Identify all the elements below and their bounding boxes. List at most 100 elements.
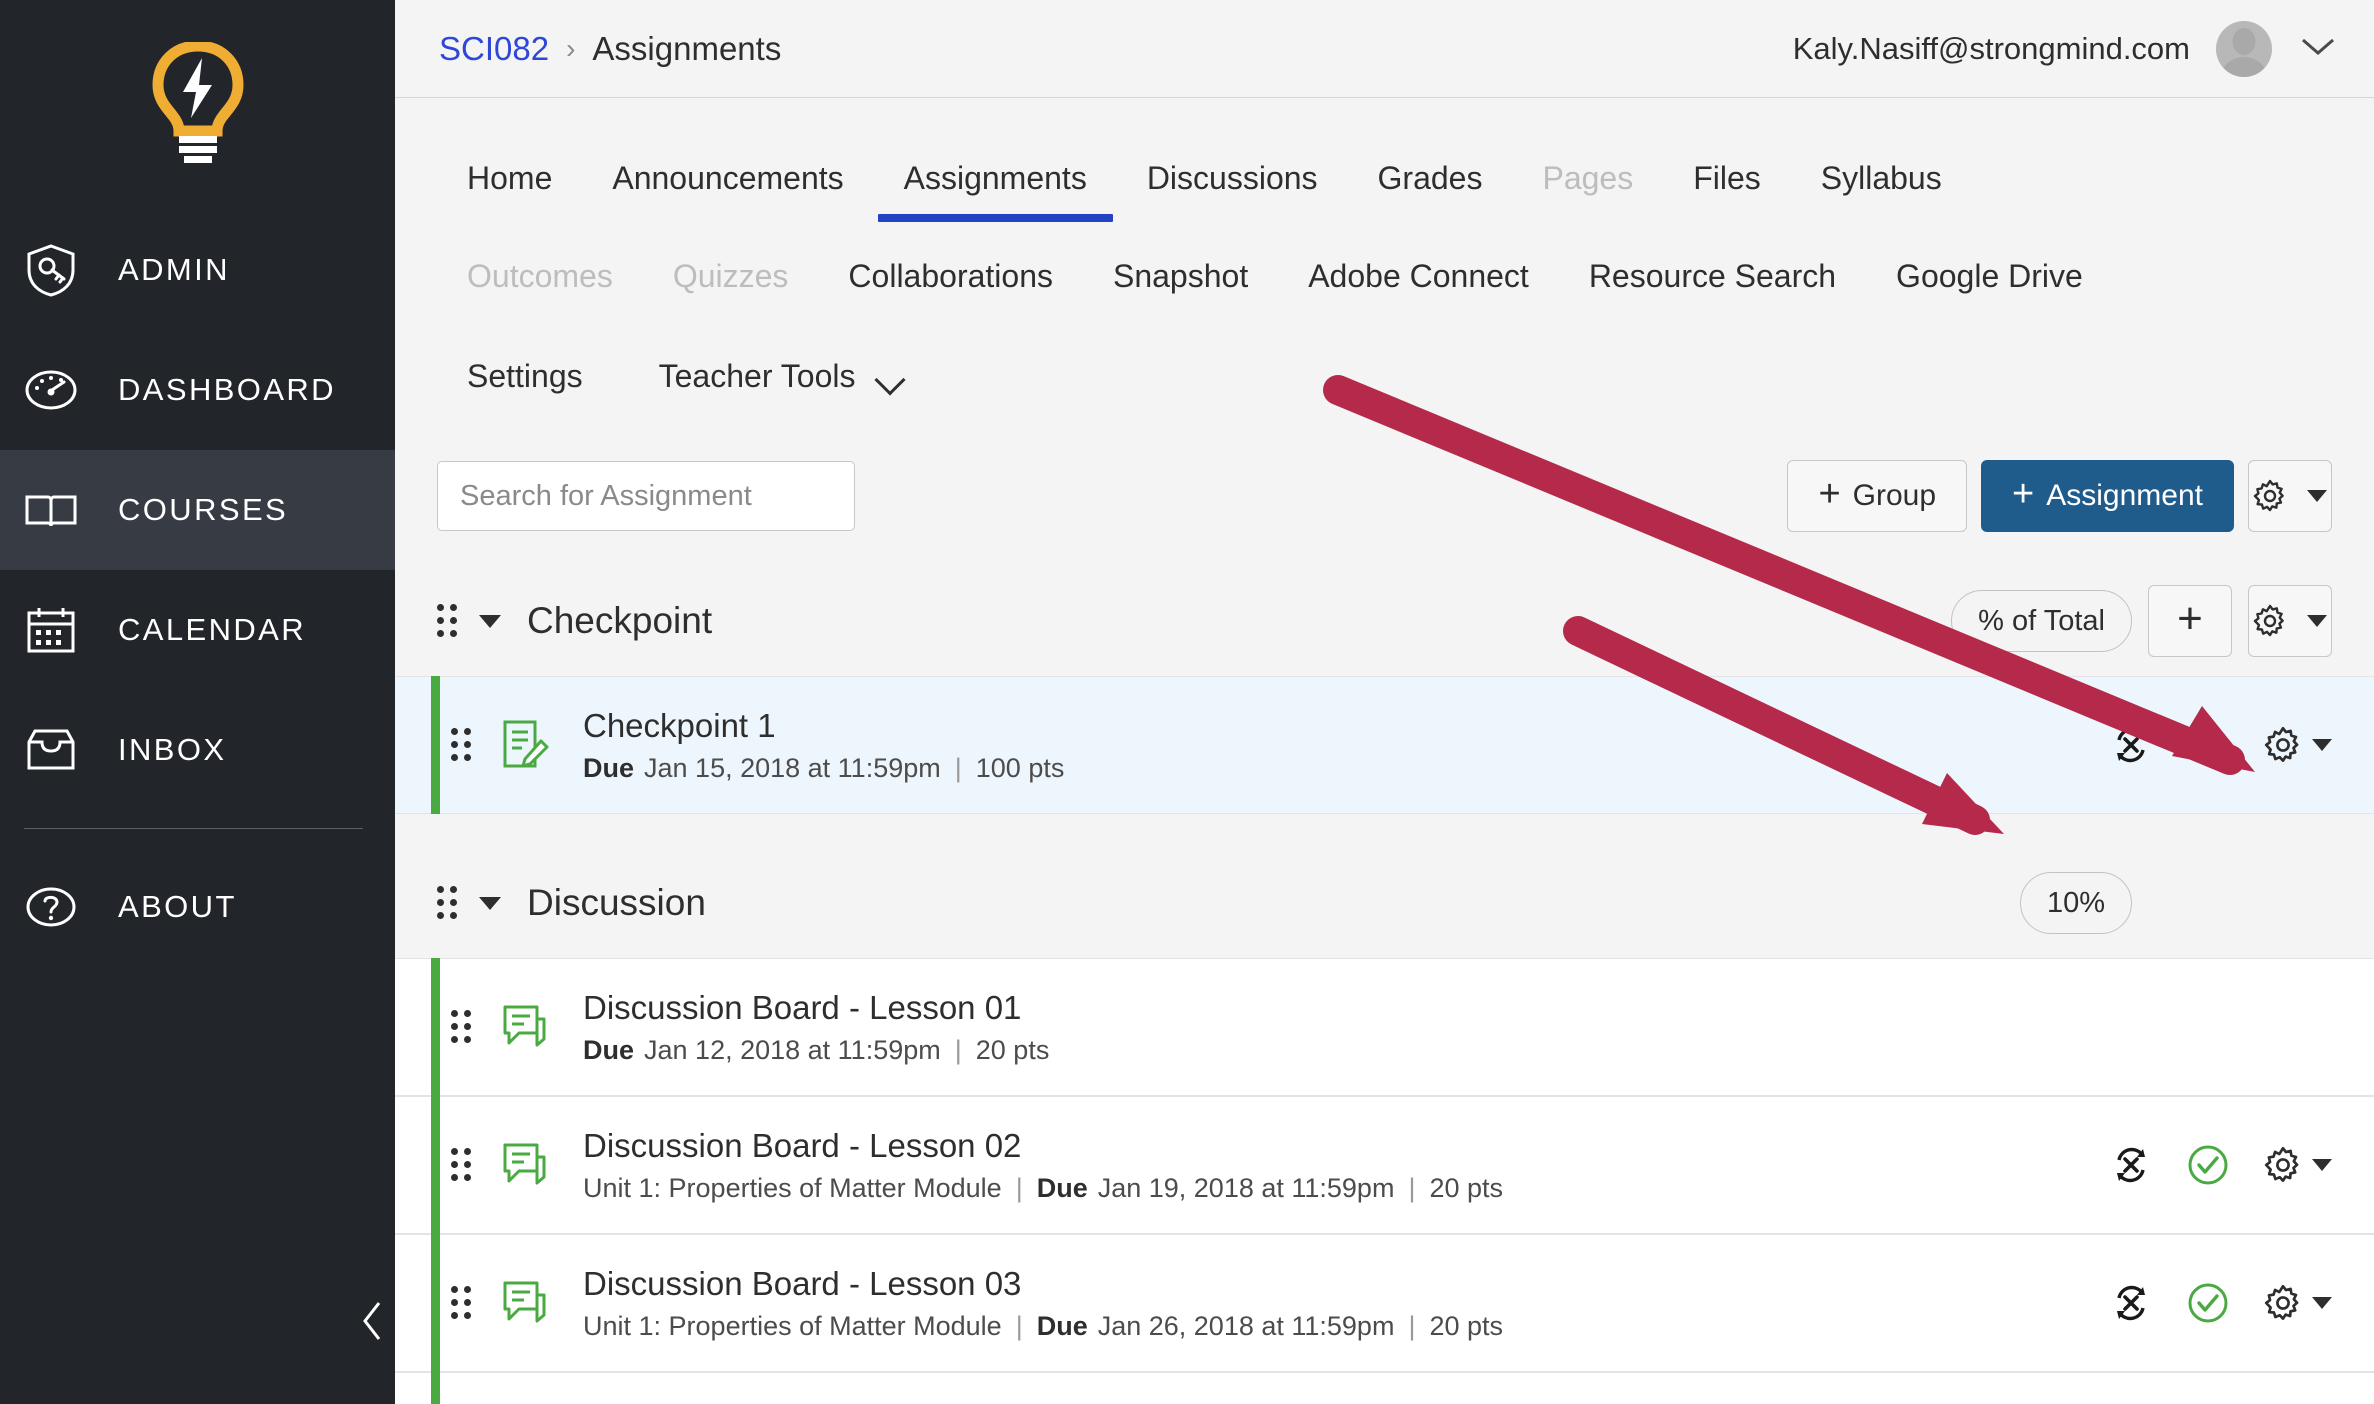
sync-disabled-icon[interactable]	[2110, 1144, 2152, 1186]
tab-resource-search[interactable]: Resource Search	[1559, 250, 1866, 302]
group-header-left: Discussion	[437, 882, 706, 924]
assignment-title[interactable]: Discussion Board - Lesson 02	[583, 1127, 1503, 1165]
assignment-icon	[497, 717, 549, 773]
module-name: Unit 1: Properties of Matter Module	[583, 1310, 1002, 1341]
collapse-caret-icon[interactable]	[479, 614, 501, 628]
assignment-row[interactable]: Discussion Board - Lesson 03 Unit 1: Pro…	[395, 1234, 2374, 1372]
sidebar-item-label: CALENDAR	[118, 612, 307, 647]
assignment-row-actions	[2110, 723, 2332, 767]
tab-snapshot[interactable]: Snapshot	[1083, 250, 1278, 302]
shield-key-icon	[22, 241, 80, 299]
caret-down-icon	[2312, 1297, 2332, 1309]
assignment-title[interactable]: Discussion Board - Lesson 03	[583, 1265, 1503, 1303]
drag-handle-icon[interactable]	[437, 604, 457, 638]
tab-google-drive[interactable]: Google Drive	[1866, 250, 2113, 302]
search-input[interactable]	[437, 461, 855, 531]
tab-grades[interactable]: Grades	[1348, 152, 1513, 204]
assignments-settings-button[interactable]	[2248, 460, 2332, 532]
sidebar-item-inbox[interactable]: INBOX	[0, 690, 395, 810]
tab-assignments[interactable]: Assignments	[874, 152, 1117, 222]
assignment-meta: Unit 1: Properties of Matter Module | Du…	[583, 1311, 1503, 1342]
assignment-title[interactable]: Discussion Board - Lesson 01	[583, 989, 1049, 1027]
drag-handle-icon[interactable]	[451, 1010, 471, 1044]
published-check-icon[interactable]	[2186, 1281, 2230, 1325]
assignment-row[interactable]: Discussion Board - Lesson 04	[395, 1372, 2374, 1404]
sidebar-divider	[24, 828, 363, 829]
sidebar-item-dashboard[interactable]: DASHBOARD	[0, 330, 395, 450]
group-add-assignment-button[interactable]: +	[2148, 585, 2232, 657]
points: 20 pts	[1429, 1310, 1504, 1341]
meta-separator: |	[1408, 1310, 1416, 1341]
assignment-group-header: Discussion 10% +	[395, 848, 2374, 958]
drag-handle-icon[interactable]	[451, 1286, 471, 1320]
tab-home[interactable]: Home	[437, 152, 582, 204]
points: 100 pts	[975, 752, 1065, 783]
assignment-row[interactable]: Checkpoint 1 Due Jan 15, 2018 at 11:59pm…	[395, 676, 2374, 814]
tab-discussions[interactable]: Discussions	[1117, 152, 1348, 204]
drag-handle-icon[interactable]	[451, 1148, 471, 1182]
due-date: Jan 19, 2018 at 11:59pm	[1097, 1172, 1395, 1203]
add-assignment-button[interactable]: + Assignment	[1981, 460, 2234, 532]
add-group-button[interactable]: + Group	[1787, 460, 1968, 532]
plus-icon: +	[2012, 473, 2035, 515]
calendar-icon	[22, 601, 80, 659]
group-percent-badge: 10%	[2019, 872, 2132, 934]
assignment-row-left: Discussion Board - Lesson 03 Unit 1: Pro…	[451, 1265, 1503, 1342]
gear-icon	[2264, 1146, 2299, 1182]
assignment-title[interactable]: Checkpoint 1	[583, 707, 1064, 745]
group-title: Checkpoint	[527, 600, 713, 641]
sidebar-item-admin[interactable]: ADMIN	[0, 210, 395, 330]
assignment-row[interactable]: Discussion Board - Lesson 01 Due Jan 12,…	[395, 958, 2374, 1096]
tab-settings[interactable]: Settings	[437, 350, 613, 402]
assignment-meta: Unit 1: Properties of Matter Module | Du…	[583, 1173, 1503, 1204]
assignment-info: Discussion Board - Lesson 01 Due Jan 12,…	[583, 989, 1049, 1066]
gear-icon	[2253, 479, 2284, 512]
add-assignment-label: Assignment	[2046, 479, 2203, 512]
sync-disabled-icon[interactable]	[2110, 1282, 2152, 1324]
sidebar-item-label: COURSES	[118, 492, 289, 527]
gear-icon	[2253, 604, 2284, 637]
sidebar-item-calendar[interactable]: CALENDAR	[0, 570, 395, 690]
book-icon	[22, 481, 80, 539]
sidebar-item-courses[interactable]: COURSES	[0, 450, 395, 570]
sync-disabled-icon[interactable]	[2110, 724, 2152, 766]
group-header-right: 10% +	[2019, 867, 2332, 939]
assignment-info: Discussion Board - Lesson 02 Unit 1: Pro…	[583, 1127, 1503, 1204]
user-menu[interactable]: Kaly.Nasiff@strongmind.com	[1793, 20, 2338, 77]
due-label: Due	[1036, 1310, 1088, 1341]
sidebar-item-label: ABOUT	[118, 889, 237, 924]
tab-syllabus[interactable]: Syllabus	[1791, 152, 1972, 204]
collapse-caret-icon[interactable]	[479, 896, 501, 910]
drag-handle-icon[interactable]	[451, 728, 471, 762]
assignment-menu-button[interactable]	[2264, 1284, 2332, 1322]
tab-adobe-connect[interactable]: Adobe Connect	[1278, 250, 1559, 302]
tab-collaborations[interactable]: Collaborations	[818, 250, 1083, 302]
published-check-icon[interactable]	[2186, 1143, 2230, 1187]
question-circle-icon	[22, 878, 80, 936]
tab-announcements[interactable]: Announcements	[582, 152, 873, 204]
assignment-row[interactable]: Discussion Board - Lesson 02 Unit 1: Pro…	[395, 1096, 2374, 1234]
course-nav-row-1: Home Announcements Assignments Discussio…	[395, 152, 2374, 222]
tab-outcomes: Outcomes	[467, 258, 613, 294]
app-logo[interactable]	[0, 0, 395, 210]
assignment-row-left: Discussion Board - Lesson 01 Due Jan 12,…	[451, 989, 1049, 1066]
collapse-sidebar-button[interactable]	[350, 1272, 395, 1370]
assignment-menu-button[interactable]	[2264, 726, 2332, 764]
assignment-menu-button[interactable]	[2264, 1146, 2332, 1184]
meta-separator: |	[1015, 1172, 1023, 1203]
tab-files[interactable]: Files	[1663, 152, 1791, 204]
meta-separator: |	[1015, 1310, 1023, 1341]
breadcrumb-course-link[interactable]: SCI082	[439, 30, 549, 68]
meta-separator: |	[954, 752, 962, 783]
teacher-tools-dropdown[interactable]: Teacher Tools	[613, 358, 906, 395]
points: 20 pts	[975, 1034, 1050, 1065]
drag-handle-icon[interactable]	[437, 886, 457, 920]
sidebar-item-about[interactable]: ABOUT	[0, 847, 395, 967]
group-settings-button[interactable]	[2248, 585, 2332, 657]
top-bar: SCI082 › Assignments Kaly.Nasiff@strongm…	[395, 0, 2374, 98]
chevron-down-icon[interactable]	[2298, 34, 2338, 63]
plus-icon: +	[1818, 473, 1841, 515]
published-check-icon[interactable]	[2186, 723, 2230, 767]
discussion-icon	[497, 1137, 549, 1193]
caret-down-icon	[2307, 615, 2327, 627]
